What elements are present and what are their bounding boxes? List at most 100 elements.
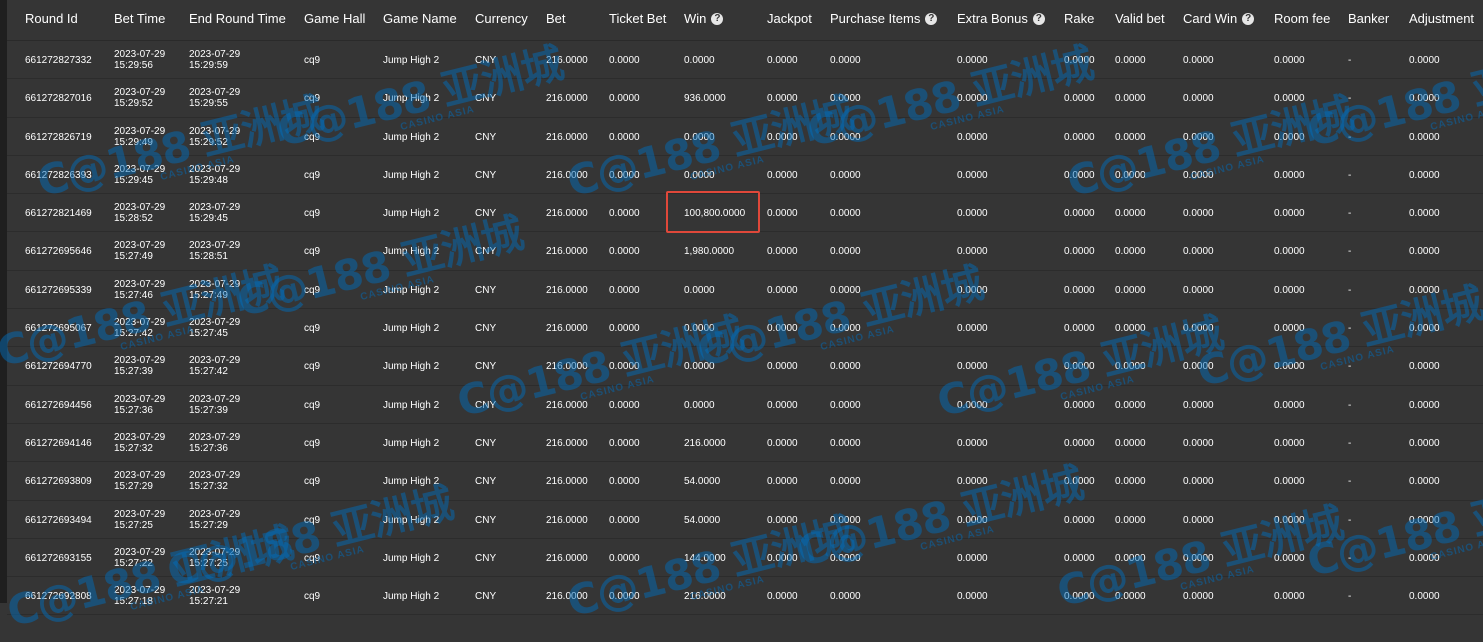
- cell-end-round-time: 2023-07-29 15:27:45: [189, 317, 241, 340]
- table-row[interactable]: 661272826393 2023-07-29 15:29:45 2023-07-29…: [7, 156, 1483, 195]
- cell-jackpot: 0.0000: [767, 169, 798, 181]
- cell-valid-bet: 0.0000: [1115, 55, 1146, 66]
- header-bet[interactable]: Bet: [546, 11, 566, 26]
- cell-bet: 216.0000: [546, 514, 588, 526]
- cell-banker: -: [1348, 55, 1352, 66]
- header-jackpot[interactable]: Jackpot: [767, 11, 812, 26]
- header-purchase-items[interactable]: Purchase Items?: [830, 11, 938, 26]
- help-icon[interactable]: ?: [925, 12, 938, 25]
- cell-end-round-time: 2023-07-29 15:29:48: [189, 163, 241, 186]
- cell-jackpot: 0.0000: [767, 437, 798, 449]
- header-valid-bet[interactable]: Valid bet: [1115, 11, 1165, 26]
- table-row[interactable]: 661272693809 2023-07-29 15:27:29 2023-07-29…: [7, 462, 1483, 501]
- cell-adjustment: 0.0000: [1409, 208, 1440, 220]
- header-game-hall[interactable]: Game Hall: [304, 11, 365, 26]
- cell-bet: 216.0000: [546, 323, 588, 335]
- cell-jackpot: 0.0000: [767, 55, 798, 66]
- header-win[interactable]: Win?: [684, 11, 724, 26]
- table-row[interactable]: 661272693494 2023-07-29 15:27:25 2023-07-29…: [7, 501, 1483, 539]
- header-game-name[interactable]: Game Name: [383, 11, 457, 26]
- cell-purchase-items: 0.0000: [830, 591, 861, 603]
- table-row[interactable]: 661272695067 2023-07-29 15:27:42 2023-07-29…: [7, 309, 1483, 348]
- cell-card-win: 0.0000: [1183, 169, 1214, 181]
- cell-banker: -: [1348, 399, 1352, 411]
- cell-jackpot: 0.0000: [767, 284, 798, 296]
- cell-jackpot: 0.0000: [767, 93, 798, 105]
- cell-banker: -: [1348, 169, 1352, 181]
- cell-end-round-time: 2023-07-29 15:29:55: [189, 87, 241, 110]
- header-bet-time[interactable]: Bet Time: [114, 11, 165, 26]
- header-ticket-bet[interactable]: Ticket Bet: [609, 11, 666, 26]
- cell-room-fee: 0.0000: [1274, 93, 1305, 105]
- table-row[interactable]: 661272692808 2023-07-29 15:27:18 2023-07-29…: [7, 577, 1483, 616]
- header-round-id[interactable]: Round Id: [25, 11, 78, 26]
- header-extra-bonus[interactable]: Extra Bonus?: [957, 11, 1045, 26]
- cell-adjustment: 0.0000: [1409, 169, 1440, 181]
- cell-round-id: 661272826393: [25, 169, 92, 181]
- cell-rake: 0.0000: [1064, 361, 1095, 373]
- help-icon[interactable]: ?: [1242, 12, 1255, 25]
- cell-valid-bet: 0.0000: [1115, 323, 1146, 335]
- cell-extra-bonus: 0.0000: [957, 208, 988, 220]
- table-row[interactable]: 661272827016 2023-07-29 15:29:52 2023-07-29…: [7, 79, 1483, 118]
- cell-win: 0.0000: [684, 399, 715, 411]
- header-currency[interactable]: Currency: [475, 11, 528, 26]
- cell-room-fee: 0.0000: [1274, 169, 1305, 181]
- cell-valid-bet: 0.0000: [1115, 437, 1146, 449]
- table-row[interactable]: 661272694146 2023-07-29 15:27:32 2023-07-29…: [7, 424, 1483, 463]
- cell-ticket-bet: 0.0000: [609, 55, 640, 66]
- cell-round-id: 661272693155: [25, 552, 92, 564]
- header-card-win[interactable]: Card Win?: [1183, 11, 1255, 26]
- header-end-round-time[interactable]: End Round Time: [189, 11, 286, 26]
- header-end-round-time-label: End Round Time: [189, 11, 286, 26]
- header-adjustment[interactable]: Adjustment: [1409, 11, 1474, 26]
- cell-purchase-items: 0.0000: [830, 55, 861, 66]
- cell-card-win: 0.0000: [1183, 514, 1214, 526]
- table-row[interactable]: 661272695339 2023-07-29 15:27:46 2023-07-29…: [7, 271, 1483, 310]
- cell-bet: 216.0000: [546, 437, 588, 449]
- cell-rake: 0.0000: [1064, 131, 1095, 143]
- cell-bet: 216.0000: [546, 591, 588, 603]
- game-records-table: Round Id Bet Time End Round Time Game Hall G…: [7, 0, 1483, 616]
- help-icon[interactable]: ?: [1032, 12, 1045, 25]
- cell-ticket-bet: 0.0000: [609, 399, 640, 411]
- cell-jackpot: 0.0000: [767, 399, 798, 411]
- cell-jackpot: 0.0000: [767, 246, 798, 258]
- cell-purchase-items: 0.0000: [830, 284, 861, 296]
- cell-rake: 0.0000: [1064, 246, 1095, 258]
- table-row[interactable]: 661272694456 2023-07-29 15:27:36 2023-07-29…: [7, 386, 1483, 424]
- cell-currency: CNY: [475, 591, 497, 603]
- header-banker[interactable]: Banker: [1348, 11, 1389, 26]
- table-row[interactable]: 661272827332 2023-07-29 15:29:56 2023-07-29…: [7, 41, 1483, 80]
- cell-card-win: 0.0000: [1183, 131, 1214, 143]
- header-room-fee[interactable]: Room fee: [1274, 11, 1330, 26]
- cell-purchase-items: 0.0000: [830, 552, 861, 564]
- cell-valid-bet: 0.0000: [1115, 552, 1146, 564]
- cell-bet: 216.0000: [546, 361, 588, 373]
- table-row[interactable]: 661272695646 2023-07-29 15:27:49 2023-07-29…: [7, 232, 1483, 271]
- cell-valid-bet: 0.0000: [1115, 208, 1146, 220]
- cell-adjustment: 0.0000: [1409, 131, 1440, 143]
- cell-adjustment: 0.0000: [1409, 476, 1440, 488]
- cell-end-round-time: 2023-07-29 15:27:29: [189, 508, 241, 531]
- cell-end-round-time: 2023-07-29 15:27:39: [189, 393, 241, 416]
- cell-room-fee: 0.0000: [1274, 323, 1305, 335]
- cell-valid-bet: 0.0000: [1115, 284, 1146, 296]
- table-row[interactable]: 661272693155 2023-07-29 15:27:22 2023-07-29…: [7, 539, 1483, 578]
- cell-win: 0.0000: [684, 323, 715, 335]
- cell-purchase-items: 0.0000: [830, 476, 861, 488]
- cell-ticket-bet: 0.0000: [609, 169, 640, 181]
- help-icon[interactable]: ?: [711, 12, 724, 25]
- cell-card-win: 0.0000: [1183, 437, 1214, 449]
- header-round-id-label: Round Id: [25, 11, 78, 26]
- cell-adjustment: 0.0000: [1409, 284, 1440, 296]
- header-rake[interactable]: Rake: [1064, 11, 1094, 26]
- table-row[interactable]: 661272826719 2023-07-29 15:29:49 2023-07-29…: [7, 118, 1483, 156]
- cell-banker: -: [1348, 323, 1352, 335]
- cell-end-round-time: 2023-07-29 15:29:45: [189, 202, 241, 225]
- cell-end-round-time: 2023-07-29 15:28:51: [189, 240, 241, 263]
- cell-game-hall: cq9: [304, 131, 321, 143]
- table-row[interactable]: 661272694770 2023-07-29 15:27:39 2023-07-29…: [7, 347, 1483, 386]
- cell-valid-bet: 0.0000: [1115, 361, 1146, 373]
- cell-bet: 216.0000: [546, 246, 588, 258]
